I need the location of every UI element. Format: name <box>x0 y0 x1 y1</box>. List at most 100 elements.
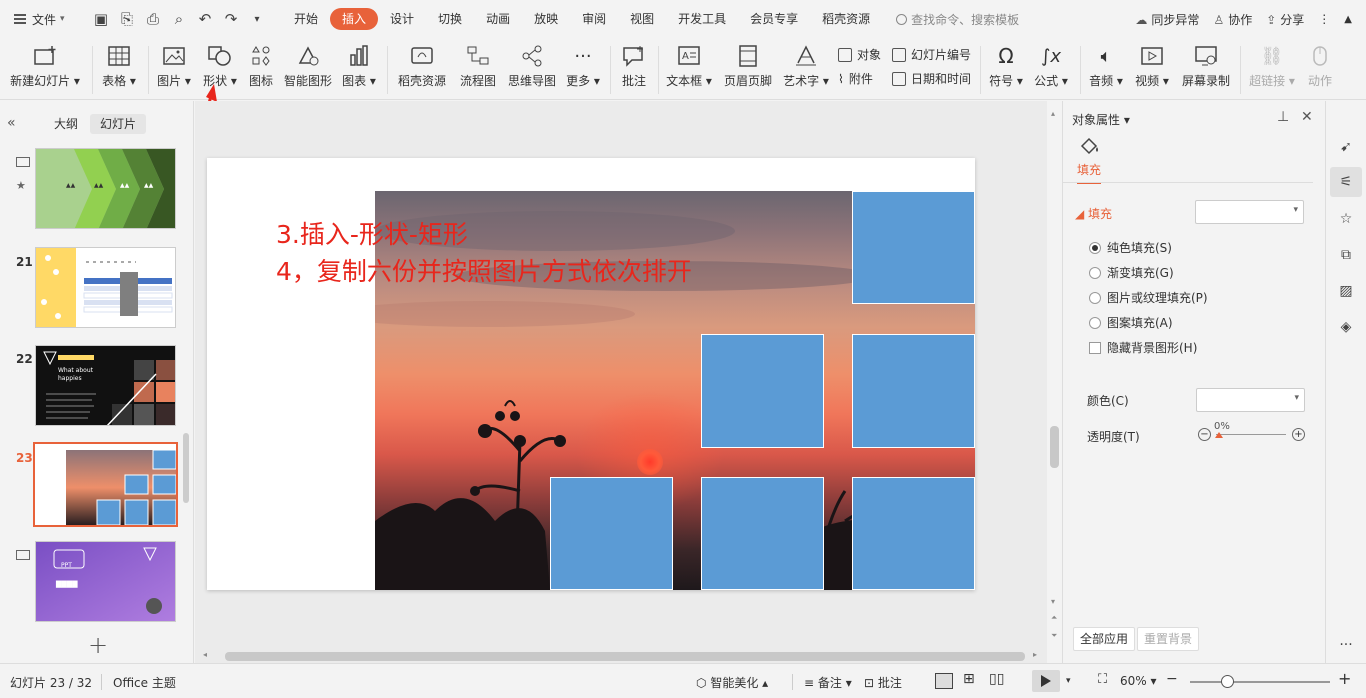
hide-bg-checkbox[interactable]: 隐藏背景图形(H) <box>1089 339 1197 356</box>
thumbnail-scrollbar[interactable] <box>183 433 189 503</box>
radio-gradient-fill[interactable]: 渐变填充(G) <box>1089 264 1174 281</box>
redo-icon[interactable]: ↷ <box>222 10 240 28</box>
more-options-icon[interactable]: ··· <box>1336 635 1356 655</box>
tab-fill[interactable]: 填充 <box>1077 161 1102 184</box>
fill-section-header[interactable]: ◢ 填充 <box>1075 205 1112 222</box>
zoom-select[interactable]: 60% ▾ <box>1120 674 1157 688</box>
more-button[interactable]: ··· 更多 ▾ <box>564 42 602 89</box>
next-slide-icon[interactable]: ⏷ <box>1051 631 1057 641</box>
plus-circle-icon[interactable]: + <box>1292 428 1305 441</box>
minus-circle-icon[interactable]: − <box>1198 428 1211 441</box>
picture-tools-icon[interactable]: ▨ <box>1336 281 1356 301</box>
pin-icon[interactable]: ⊥ <box>1277 109 1289 125</box>
scroll-left-icon[interactable]: ◂ <box>203 650 207 659</box>
pointer-icon[interactable]: ➹ <box>1336 137 1356 157</box>
slide-thumbnail[interactable] <box>35 247 176 328</box>
scroll-right-icon[interactable]: ▸ <box>1033 650 1037 659</box>
mindmap-button[interactable]: 思维导图 <box>506 42 558 89</box>
radio-pattern-fill[interactable]: 图案填充(A) <box>1089 314 1173 331</box>
print-preview-icon[interactable]: ⌕ <box>170 10 188 28</box>
save-icon[interactable]: ▣ <box>92 10 110 28</box>
transparency-slider[interactable]: − 0% + <box>1198 421 1308 444</box>
picture-button[interactable]: 图片 ▾ <box>156 42 192 89</box>
command-search[interactable]: 查找命令、搜索模板 <box>896 11 1019 28</box>
action-button[interactable]: 动作 <box>1304 42 1336 89</box>
panel-title[interactable]: 对象属性 ▾ <box>1072 111 1130 128</box>
radio-picture-fill[interactable]: 图片或纹理填充(P) <box>1089 289 1208 306</box>
object-button[interactable]: 对象 <box>838 46 881 63</box>
annotation-text-line1[interactable]: 3.插入-形状-矩形 <box>276 215 468 251</box>
smart-shape-button[interactable]: 智能图形 <box>282 42 334 89</box>
play-options-icon[interactable]: ▾ <box>1066 676 1071 686</box>
blue-rectangle[interactable] <box>701 477 824 590</box>
icon-button[interactable]: 图标 <box>246 42 276 89</box>
attachment-button[interactable]: ⌇ 附件 <box>838 70 873 87</box>
more-menu-icon[interactable]: ⋮ <box>1318 12 1330 26</box>
normal-view-icon[interactable] <box>935 673 953 689</box>
share-button[interactable]: ⇪ 分享 <box>1266 11 1304 28</box>
flowchart-button[interactable]: 流程图 <box>458 42 498 89</box>
tab-view[interactable]: 视图 <box>618 8 666 30</box>
tab-transitions[interactable]: 切换 <box>426 8 474 30</box>
add-slide-icon[interactable]: + <box>88 631 108 659</box>
sync-status[interactable]: ☁ 同步异常 <box>1135 11 1199 28</box>
canvas-vertical-scrollbar[interactable] <box>1050 426 1059 468</box>
prev-slide-icon[interactable]: ⏶ <box>1051 613 1057 623</box>
docer-resources-button[interactable]: 稻壳资源 <box>396 42 448 89</box>
screen-record-button[interactable]: 屏幕录制 <box>1180 42 1232 89</box>
zoom-in-icon[interactable]: + <box>1338 669 1351 688</box>
play-slideshow-button[interactable] <box>1032 670 1060 692</box>
theme-name[interactable]: Office 主题 <box>113 674 176 691</box>
design-icon[interactable]: ◈ <box>1336 317 1356 337</box>
fill-bucket-icon[interactable] <box>1079 137 1101 155</box>
tab-design[interactable]: 设计 <box>378 8 426 30</box>
undo-icon[interactable]: ↶ <box>196 10 214 28</box>
symbol-button[interactable]: Ω 符号 ▾ <box>988 42 1024 89</box>
star-animation-icon[interactable]: ☆ <box>1336 209 1356 229</box>
export-pdf-icon[interactable]: ⎘ <box>118 10 136 28</box>
customize-toolbar-icon[interactable]: ▾ <box>248 10 266 28</box>
tab-docer[interactable]: 稻壳资源 <box>810 8 882 30</box>
slider-thumb[interactable] <box>1215 432 1223 438</box>
textbox-button[interactable]: A 文本框 ▾ <box>664 42 714 89</box>
blue-rectangle[interactable] <box>852 477 975 590</box>
slide-thumbnail-selected[interactable] <box>33 442 178 527</box>
comment-button[interactable]: 批注 <box>618 42 650 89</box>
video-button[interactable]: 视频 ▾ <box>1132 42 1172 89</box>
blue-rectangle[interactable] <box>852 334 975 448</box>
close-icon[interactable]: ✕ <box>1301 109 1313 125</box>
scroll-up-icon[interactable]: ▴ <box>1051 109 1055 118</box>
wordart-button[interactable]: 艺术字 ▾ <box>782 42 830 89</box>
tab-member[interactable]: 会员专享 <box>738 8 810 30</box>
tab-slideshow[interactable]: 放映 <box>522 8 570 30</box>
blue-rectangle[interactable] <box>852 191 975 304</box>
slide[interactable]: 3.插入-形状-矩形 4，复制六份并按照图片方式依次排开 <box>207 158 975 590</box>
collapse-ribbon-icon[interactable]: ▲ <box>1344 14 1352 25</box>
zoom-out-icon[interactable]: − <box>1166 671 1178 687</box>
print-icon[interactable]: ⎙ <box>144 10 162 28</box>
zoom-slider[interactable] <box>1190 681 1330 683</box>
tab-developer[interactable]: 开发工具 <box>666 8 738 30</box>
comment-status-button[interactable]: ⊡ 批注 <box>864 674 902 691</box>
tab-review[interactable]: 审阅 <box>570 8 618 30</box>
radio-solid-fill[interactable]: 纯色填充(S) <box>1089 239 1172 256</box>
scroll-down-icon[interactable]: ▾ <box>1051 597 1055 606</box>
reset-background-button[interactable]: 重置背景 <box>1137 627 1200 651</box>
tab-outline[interactable]: 大纲 <box>44 114 88 134</box>
slide-number-button[interactable]: 幻灯片编号 <box>892 46 971 63</box>
slide-sorter-icon[interactable]: ⊞ <box>963 671 975 687</box>
chart-button[interactable]: 图表 ▾ <box>340 42 378 89</box>
notes-button[interactable]: ≡ 备注 ▾ <box>804 674 852 691</box>
tab-insert[interactable]: 插入 <box>330 8 379 30</box>
date-time-button[interactable]: 日期和时间 <box>892 70 971 87</box>
fit-window-icon[interactable]: ⛶ <box>1098 672 1107 687</box>
fill-type-select[interactable] <box>1195 200 1304 224</box>
table-button[interactable]: 表格 ▾ <box>102 42 136 89</box>
transition-icon[interactable]: ⧉ <box>1336 245 1356 265</box>
formula-button[interactable]: ∫x 公式 ▾ <box>1032 42 1070 89</box>
slide-thumbnail[interactable]: What about happies <box>35 345 176 426</box>
file-menu[interactable]: 文件 ▾ <box>0 11 84 28</box>
annotation-text-line2[interactable]: 4，复制六份并按照图片方式依次排开 <box>276 252 692 288</box>
hyperlink-button[interactable]: ⛓︎ 超链接 ▾ <box>1248 42 1296 89</box>
tab-animations[interactable]: 动画 <box>474 8 522 30</box>
